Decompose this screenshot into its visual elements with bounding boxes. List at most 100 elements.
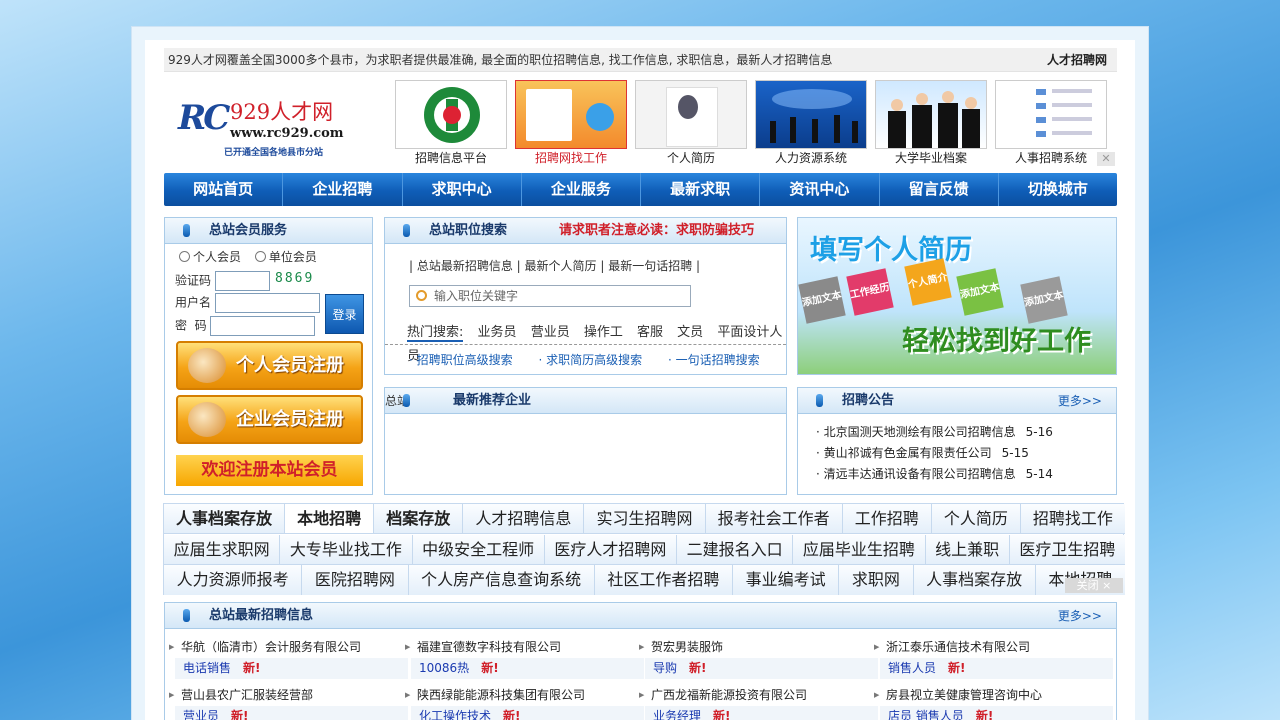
list-item[interactable]: · 清远丰达通讯设备有限公司招聘信息 5-14 bbox=[816, 464, 1053, 485]
hot-search-term[interactable]: 业务员 bbox=[478, 325, 517, 340]
close-ad-button[interactable]: 关闭 × bbox=[1065, 578, 1123, 593]
position-link[interactable]: 店员 销售人员 bbox=[888, 709, 964, 720]
nav-item-company-service[interactable]: 企业服务 bbox=[522, 173, 641, 206]
nav-item-latest-resumes[interactable]: 最新求职 bbox=[641, 173, 761, 206]
keyword-link[interactable]: 人事档案存放 bbox=[913, 565, 1036, 595]
keyword-link[interactable]: 人事档案存放 bbox=[164, 504, 286, 533]
keyword-link[interactable]: 医疗卫生招聘 bbox=[1009, 535, 1125, 564]
keyword-link[interactable]: 个人房产信息查询系统 bbox=[408, 565, 595, 595]
keyword-link[interactable]: 工作招聘 bbox=[842, 504, 932, 533]
hot-search-term[interactable]: 营业员 bbox=[531, 325, 570, 340]
panel-header: 总站最新招聘信息 更多>> bbox=[165, 603, 1116, 629]
captcha-input[interactable] bbox=[214, 271, 270, 291]
notice-list: · 北京国测天地测绘有限公司招聘信息 5-16 · 黄山祁诚有色金属有限责任公司 5… bbox=[816, 422, 1053, 485]
recommended-companies-panel: 总站 最新推荐企业 bbox=[384, 387, 787, 495]
company-link[interactable]: 房县视立美健康管理咨询中心 bbox=[874, 685, 1110, 706]
company-link[interactable]: 陕西绿能能源科技集团有限公司 bbox=[405, 685, 641, 706]
ad-tile[interactable]: 招聘信息平台 bbox=[395, 80, 507, 166]
company-link[interactable]: 贺宏男装服饰 bbox=[639, 637, 875, 658]
ad-tile[interactable]: 大学毕业档案 bbox=[875, 80, 987, 166]
company-link[interactable]: 浙江泰乐通信技术有限公司 bbox=[874, 637, 1110, 658]
hot-search-term[interactable]: 客服 bbox=[637, 325, 663, 340]
position-link[interactable]: 销售人员 bbox=[888, 661, 936, 675]
nav-item-switch-city[interactable]: 切换城市 bbox=[999, 173, 1117, 206]
company-link[interactable]: 福建宣德数字科技有限公司 bbox=[405, 637, 641, 658]
welcome-register-banner[interactable]: 欢迎注册本站会员 bbox=[176, 455, 363, 486]
site-logo[interactable]: RC 929人才网 www.rc929.com 已开通全国各地县市分站 bbox=[178, 96, 358, 158]
keyword-link[interactable]: 线上兼职 bbox=[925, 535, 1010, 564]
radio-company[interactable]: 单位会员 bbox=[254, 248, 317, 265]
keyword-link[interactable]: 人力资源师报考 bbox=[164, 565, 303, 595]
ad-tile[interactable]: 人事招聘系统 bbox=[995, 80, 1107, 166]
login-button[interactable]: 登录 bbox=[325, 294, 364, 334]
banner-cube: 添加文本 bbox=[798, 276, 846, 324]
list-item[interactable]: · 黄山祁诚有色金属有限责任公司 5-15 bbox=[816, 443, 1053, 464]
position-link[interactable]: 10086热 bbox=[419, 661, 469, 675]
main-nav: 网站首页 企业招聘 求职中心 企业服务 最新求职 资讯中心 留言反馈 切换城市 bbox=[164, 173, 1117, 206]
nav-item-news[interactable]: 资讯中心 bbox=[760, 173, 880, 206]
keyword-link[interactable]: 事业编考试 bbox=[733, 565, 840, 595]
banner-cube: 工作经历 bbox=[846, 268, 894, 316]
keyword-link[interactable]: 应届毕业生招聘 bbox=[793, 535, 926, 564]
ad-tile[interactable]: 个人简历 bbox=[635, 80, 747, 166]
ad-tile[interactable]: 招聘网找工作 bbox=[515, 80, 627, 166]
register-company-button[interactable]: 企业会员注册 bbox=[176, 395, 363, 444]
advanced-resume-search-link[interactable]: · 求职简历高级搜索 bbox=[538, 353, 642, 367]
top-info-text: 929人才网覆盖全国3000多个县市，为求职者提供最准确, 最全面的职位招聘信息… bbox=[168, 53, 833, 67]
anti-fraud-link[interactable]: 请求职者注意必读：求职防骗技巧 bbox=[559, 218, 754, 244]
user-icon bbox=[188, 348, 226, 383]
nav-item-jobseeker[interactable]: 求职中心 bbox=[403, 173, 522, 206]
keyword-link[interactable]: 中级安全工程师 bbox=[412, 535, 545, 564]
nav-item-home[interactable]: 网站首页 bbox=[164, 173, 284, 206]
keyword-link[interactable]: 招聘找工作 bbox=[1020, 504, 1125, 533]
close-icon[interactable]: ✕ bbox=[1097, 152, 1115, 166]
nav-item-feedback[interactable]: 留言反馈 bbox=[880, 173, 999, 206]
position-link[interactable]: 化工操作技术 bbox=[419, 709, 491, 720]
list-item[interactable]: · 北京国测天地测绘有限公司招聘信息 5-16 bbox=[816, 422, 1053, 443]
password-input[interactable] bbox=[210, 316, 316, 336]
resume-banner[interactable]: 填写个人简历 添加文本 工作经历 个人简介 添加文本 添加文本 轻松找到好工作 bbox=[797, 217, 1117, 375]
keyword-link[interactable]: 求职网 bbox=[839, 565, 914, 595]
keyword-link[interactable]: 二建报名入口 bbox=[677, 535, 794, 564]
keyword-link[interactable]: 个人简历 bbox=[931, 504, 1021, 533]
keyword-link[interactable]: 社区工作者招聘 bbox=[594, 565, 733, 595]
advanced-job-search-link[interactable]: · 招聘职位高级搜索 bbox=[409, 353, 513, 367]
ad-tile[interactable]: 人力资源系统 bbox=[755, 80, 867, 166]
company-link[interactable]: 广西龙福新能源投资有限公司 bbox=[639, 685, 875, 706]
keyword-link[interactable]: 医疗人才招聘网 bbox=[544, 535, 677, 564]
position-link[interactable]: 电话销售 bbox=[183, 661, 231, 675]
keyword-search-input[interactable]: 输入职位关键字 bbox=[409, 285, 691, 307]
keyword-link[interactable]: 实习生招聘网 bbox=[584, 504, 706, 533]
keyword-link[interactable]: 人才招聘信息 bbox=[463, 504, 585, 533]
captcha-code[interactable]: 8869 bbox=[275, 271, 314, 286]
keyword-link[interactable]: 本地招聘 bbox=[285, 504, 375, 533]
keyword-link[interactable]: 大专毕业找工作 bbox=[280, 535, 413, 564]
search-icon bbox=[416, 290, 427, 301]
top-site-link[interactable]: 人才招聘网 bbox=[1047, 48, 1107, 72]
keyword-link[interactable]: 档案存放 bbox=[374, 504, 464, 533]
position-link[interactable]: 导购 bbox=[653, 661, 677, 675]
keyword-link[interactable]: 医院招聘网 bbox=[302, 565, 409, 595]
company-link[interactable]: 营山县农广汇服装经营部 bbox=[169, 685, 405, 706]
radio-personal[interactable]: 个人会员 bbox=[179, 248, 241, 265]
hot-search-term[interactable]: 操作工 bbox=[584, 325, 623, 340]
panel-title: 最新推荐企业 bbox=[453, 393, 532, 408]
keyword-link[interactable]: 报考社会工作者 bbox=[705, 504, 843, 533]
links-row: 人力资源师报考 医院招聘网 个人房产信息查询系统 社区工作者招聘 事业编考试 求… bbox=[164, 565, 1125, 595]
hot-search-term[interactable]: 文员 bbox=[677, 325, 703, 340]
ad-label: 大学毕业档案 bbox=[894, 151, 967, 165]
nav-item-company-jobs[interactable]: 企业招聘 bbox=[283, 173, 403, 206]
search-quick-links[interactable]: | 总站最新招聘信息 | 最新个人简历 | 最新一句话招聘 | bbox=[409, 257, 700, 274]
panel-header: 招聘公告 更多>> bbox=[798, 388, 1116, 414]
register-personal-button[interactable]: 个人会员注册 bbox=[176, 341, 363, 390]
one-line-search-link[interactable]: · 一句话招聘搜索 bbox=[668, 353, 760, 367]
keyword-link[interactable]: 应届生求职网 bbox=[164, 535, 281, 564]
position-link[interactable]: 营业员 bbox=[183, 709, 219, 720]
more-link[interactable]: 更多>> bbox=[1058, 603, 1102, 629]
advanced-search-links: · 招聘职位高级搜索 · 求职简历高级搜索 · 一句话招聘搜索 bbox=[409, 351, 782, 368]
username-input[interactable] bbox=[214, 293, 320, 313]
more-link[interactable]: 更多>> bbox=[1058, 388, 1102, 414]
position-link[interactable]: 业务经理 bbox=[653, 709, 701, 720]
latest-jobs-panel: 总站最新招聘信息 更多>> 华航（临清市）会计服务有限公司 电话销售新! 营山县… bbox=[164, 602, 1117, 720]
company-link[interactable]: 华航（临清市）会计服务有限公司 bbox=[169, 637, 405, 658]
